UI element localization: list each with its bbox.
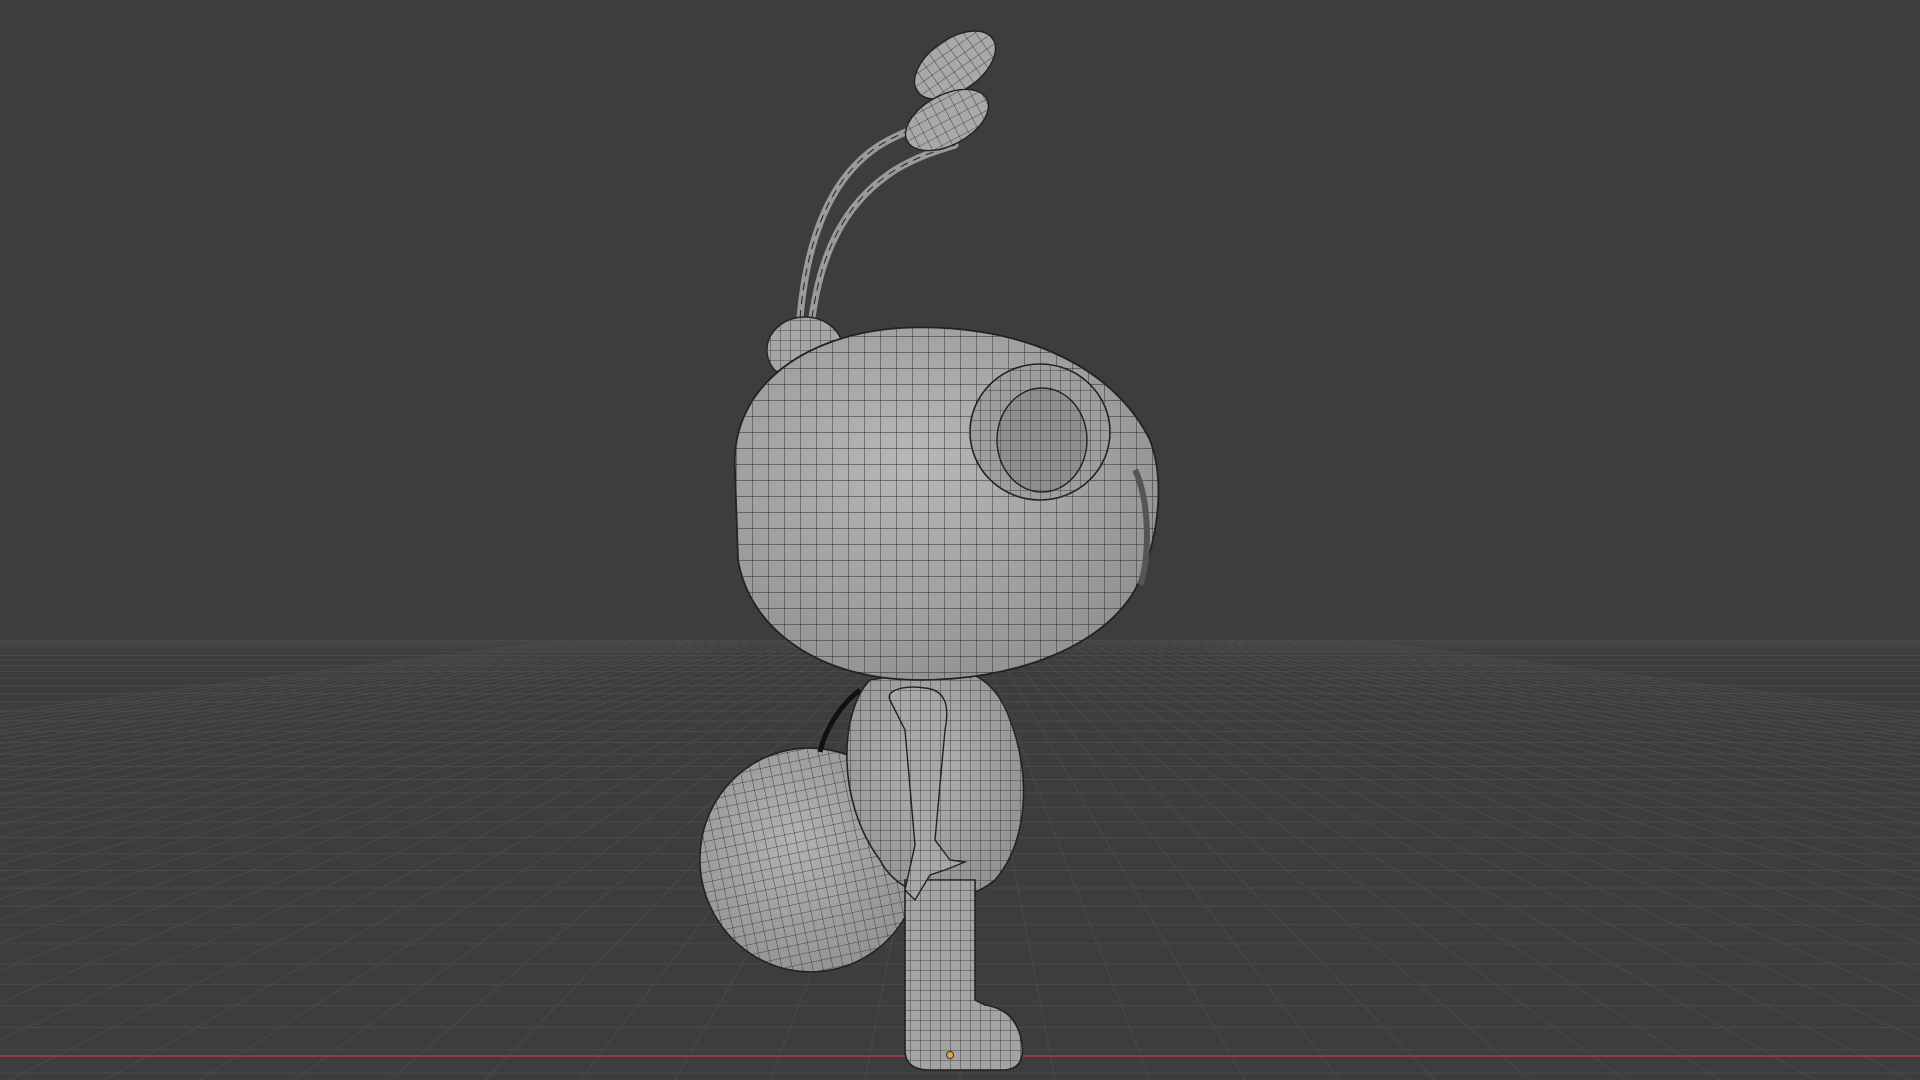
grid-line	[1209, 639, 1920, 788]
grid-line	[1349, 639, 1920, 717]
grid-line	[0, 639, 591, 724]
bee-model[interactable]	[679, 17, 1160, 1071]
grid-line	[1169, 639, 1920, 826]
grid-line	[0, 639, 611, 731]
grid-line	[0, 639, 711, 788]
grid-line	[1309, 639, 1920, 731]
object-origin[interactable]	[946, 1051, 954, 1059]
grid-line	[0, 639, 571, 717]
grid-line	[1329, 639, 1920, 724]
viewport-canvas[interactable]	[0, 0, 1920, 1080]
grid-line	[0, 639, 691, 773]
grid-line	[0, 639, 721, 796]
grid-line	[1159, 639, 1920, 838]
grid-line	[1239, 639, 1920, 767]
grid-line	[999, 639, 1341, 1080]
grid-line	[0, 639, 681, 767]
grid-line	[1199, 639, 1920, 796]
grid-line	[1229, 639, 1920, 773]
grid-line	[1189, 639, 1920, 805]
grid-line	[1339, 639, 1920, 720]
grid-line	[0, 639, 761, 838]
grid-line	[1019, 639, 1531, 1080]
3d-viewport[interactable]	[0, 0, 1920, 1080]
grid-line	[1029, 639, 1626, 1080]
grid-line	[0, 639, 751, 826]
antenna-front	[808, 141, 959, 322]
grid-line	[1249, 639, 1920, 761]
grid-line	[989, 639, 1246, 1080]
grid-line	[0, 639, 671, 761]
grid-line	[1079, 639, 1920, 1003]
grid-line	[1049, 639, 1816, 1080]
grid-line	[0, 639, 731, 805]
grid-line	[0, 639, 581, 720]
grid-line	[1069, 639, 1920, 1041]
